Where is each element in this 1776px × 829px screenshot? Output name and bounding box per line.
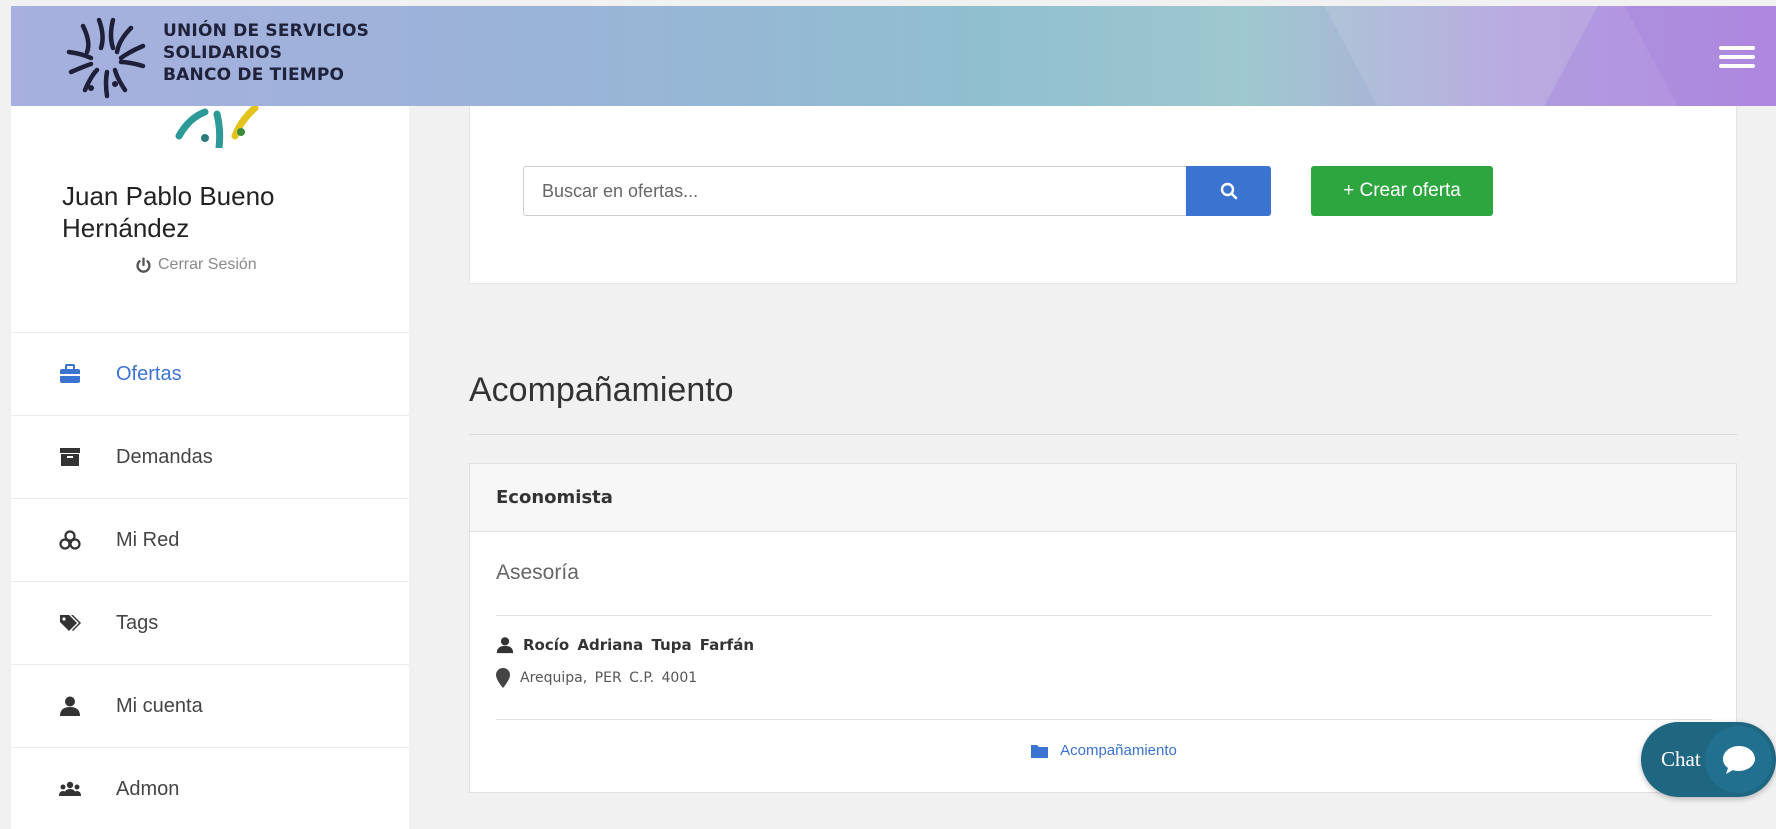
briefcase-icon bbox=[58, 363, 82, 385]
offer-location: Arequipa, PER C.P. 4001 bbox=[496, 668, 697, 688]
logout-button[interactable]: Cerrar Sesión bbox=[135, 256, 257, 274]
brand-line-2: SOLIDARIOS bbox=[163, 43, 283, 63]
offer-card[interactable]: Economista Asesoría Rocío Adriana Tupa F… bbox=[469, 463, 1737, 793]
map-marker-icon bbox=[496, 668, 510, 688]
chat-bubble-icon bbox=[1705, 726, 1772, 793]
search-icon bbox=[1220, 182, 1237, 200]
offer-subtitle: Asesoría bbox=[496, 561, 579, 584]
offer-divider bbox=[496, 719, 1712, 720]
section-divider bbox=[469, 434, 1737, 435]
sidebar-item-label: Demandas bbox=[116, 445, 213, 468]
power-icon bbox=[136, 256, 151, 273]
sidebar: Juan Pablo Bueno Hernández Cerrar Sesión… bbox=[11, 106, 409, 829]
tags-icon bbox=[58, 612, 82, 634]
offer-category-link[interactable]: Acompañamiento bbox=[470, 742, 1738, 759]
sidebar-item-label: Admon bbox=[116, 777, 180, 800]
sidebar-item-label: Mi Red bbox=[116, 528, 180, 551]
brand-logo[interactable]: UNIÓN DE SERVICIOS SOLIDARIOS BANCO DE T… bbox=[61, 12, 369, 100]
top-header: UNIÓN DE SERVICIOS SOLIDARIOS BANCO DE T… bbox=[11, 6, 1776, 106]
sidebar-logo-icon bbox=[159, 106, 299, 148]
network-icon bbox=[58, 529, 82, 551]
offer-person: Rocío Adriana Tupa Farfán bbox=[496, 636, 754, 654]
logout-label: Cerrar Sesión bbox=[158, 256, 257, 273]
sidebar-item-mi-cuenta[interactable]: Mi cuenta bbox=[11, 664, 409, 747]
search-input[interactable] bbox=[523, 166, 1186, 216]
sidebar-item-tags[interactable]: Tags bbox=[11, 581, 409, 664]
offer-person-name: Rocío Adriana Tupa Farfán bbox=[523, 636, 755, 654]
offer-location-text: Arequipa, PER C.P. 4001 bbox=[520, 670, 698, 686]
brand-name: UNIÓN DE SERVICIOS SOLIDARIOS BANCO DE T… bbox=[163, 20, 369, 86]
archive-icon bbox=[58, 446, 82, 468]
sidebar-item-mi-red[interactable]: Mi Red bbox=[11, 498, 409, 581]
chat-button[interactable]: Chat bbox=[1641, 722, 1776, 797]
folder-icon bbox=[1031, 744, 1049, 758]
chat-label: Chat bbox=[1661, 747, 1701, 771]
sunburst-logo-icon bbox=[66, 17, 146, 99]
search-panel: + Crear oferta bbox=[469, 106, 1737, 284]
offer-divider bbox=[496, 615, 1712, 616]
user-icon bbox=[58, 695, 82, 717]
sidebar-item-label: Mi cuenta bbox=[116, 694, 203, 717]
sidebar-item-demandas[interactable]: Demandas bbox=[11, 415, 409, 498]
brand-line-1: UNIÓN DE SERVICIOS bbox=[163, 21, 370, 41]
brand-line-3: BANCO DE TIEMPO bbox=[163, 65, 345, 85]
sidebar-item-ofertas[interactable]: Ofertas bbox=[11, 332, 409, 415]
offer-title[interactable]: Economista bbox=[470, 464, 1736, 532]
create-offer-button[interactable]: + Crear oferta bbox=[1311, 166, 1493, 216]
users-icon bbox=[58, 778, 82, 800]
user-icon bbox=[496, 637, 514, 654]
search-button[interactable] bbox=[1186, 166, 1271, 216]
offer-category-label: Acompañamiento bbox=[1060, 742, 1177, 759]
sidebar-item-admon[interactable]: Admon bbox=[11, 747, 409, 829]
hamburger-icon[interactable] bbox=[1719, 46, 1755, 72]
sidebar-item-label: Ofertas bbox=[116, 362, 182, 385]
sidebar-item-label: Tags bbox=[116, 611, 159, 634]
sidebar-nav: Ofertas Demandas Mi Red Tags Mi cuenta A… bbox=[11, 332, 409, 829]
user-name: Juan Pablo Bueno Hernández bbox=[62, 181, 275, 243]
section-title: Acompañamiento bbox=[469, 371, 734, 409]
